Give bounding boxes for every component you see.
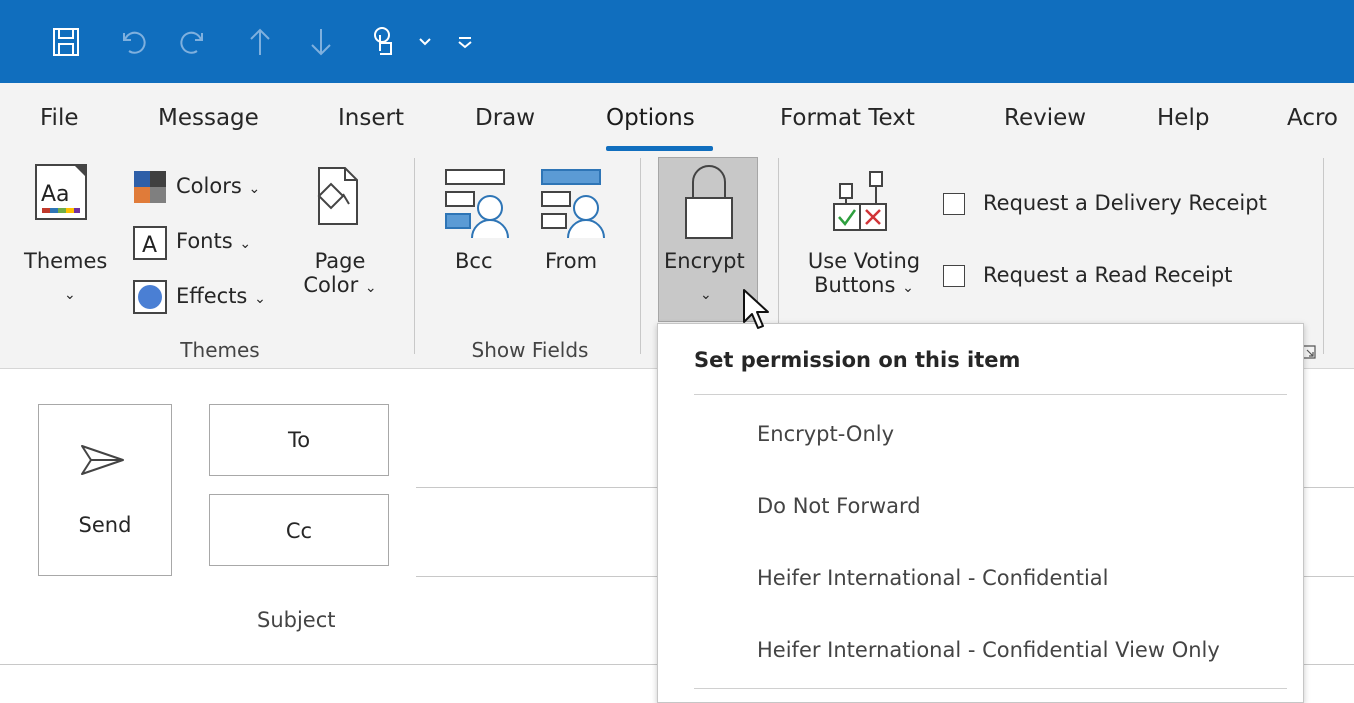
dialog-launcher-icon[interactable] — [1302, 344, 1316, 363]
use-voting-buttons-button[interactable]: Use Voting Buttons ⌄ — [796, 249, 932, 297]
tab-review[interactable]: Review — [1004, 105, 1086, 131]
effects-button[interactable]: Effects ⌄ — [176, 284, 266, 308]
menu-item-do-not-forward[interactable]: Do Not Forward — [658, 476, 1303, 540]
redo-icon[interactable] — [176, 22, 210, 62]
menu-divider — [694, 688, 1287, 689]
themes-chevron-icon: ⌄ — [64, 287, 76, 303]
bcc-button[interactable]: Bcc — [455, 249, 493, 273]
menu-item-confidential-view-only[interactable]: Heifer International - Confidential View… — [658, 620, 1303, 684]
encrypt-dropdown-menu: Set permission on this item Encrypt-Only… — [657, 323, 1304, 703]
menu-item-confidential[interactable]: Heifer International - Confidential — [658, 548, 1303, 612]
group-separator — [1323, 158, 1324, 354]
down-arrow-icon[interactable] — [306, 22, 336, 62]
mouse-pointer-icon — [742, 288, 772, 336]
delivery-receipt-label: Request a Delivery Receipt — [983, 191, 1267, 215]
menu-divider — [694, 394, 1287, 395]
ribbon-tabs: File Message Insert Draw Options Format … — [0, 83, 1354, 151]
subject-label: Subject — [257, 608, 336, 632]
menu-header: Set permission on this item — [694, 348, 1021, 372]
themes-group-label: Themes — [180, 338, 260, 362]
cc-label: Cc — [285, 519, 313, 543]
tab-insert[interactable]: Insert — [338, 105, 404, 131]
bcc-icon — [444, 166, 520, 246]
tab-file[interactable]: File — [40, 105, 79, 131]
svg-text:A: A — [142, 233, 157, 258]
page-color-icon — [311, 166, 361, 232]
tab-help[interactable]: Help — [1157, 105, 1209, 131]
group-separator — [640, 158, 641, 354]
group-separator — [414, 158, 415, 354]
from-button[interactable]: From — [545, 249, 597, 273]
tab-draw[interactable]: Draw — [475, 105, 535, 131]
colors-icon — [133, 170, 167, 208]
themes-icon: Aa — [34, 163, 90, 227]
encrypt-chevron-icon: ⌄ — [700, 287, 712, 303]
fonts-button[interactable]: Fonts ⌄ — [176, 229, 251, 253]
send-label: Send — [78, 513, 132, 537]
send-button[interactable] — [38, 404, 172, 576]
from-icon — [540, 166, 616, 246]
colors-button[interactable]: Colors ⌄ — [176, 174, 260, 198]
read-receipt-checkbox[interactable] — [943, 265, 965, 287]
tab-acrobat[interactable]: Acro — [1287, 105, 1338, 131]
menu-item-encrypt-only[interactable]: Encrypt-Only — [658, 404, 1303, 468]
voting-buttons-icon — [832, 170, 892, 240]
encrypt-label: Encrypt — [664, 249, 745, 273]
up-arrow-icon[interactable] — [245, 22, 275, 62]
effects-icon — [133, 280, 167, 318]
tab-format-text[interactable]: Format Text — [780, 105, 915, 131]
to-label: To — [287, 428, 311, 452]
page-color-button[interactable]: Page Color ⌄ — [300, 249, 380, 297]
lock-icon — [683, 164, 735, 246]
save-icon[interactable] — [50, 22, 82, 62]
themes-button[interactable]: Themes — [24, 249, 107, 273]
touch-mode-dropdown-icon[interactable] — [416, 22, 434, 62]
read-receipt-label: Request a Read Receipt — [983, 263, 1233, 287]
show-fields-group-label: Show Fields — [471, 338, 589, 362]
customize-toolbar-icon[interactable] — [454, 22, 476, 62]
fonts-icon: A — [133, 226, 167, 264]
send-icon — [79, 443, 127, 481]
delivery-receipt-checkbox[interactable] — [943, 193, 965, 215]
tab-message[interactable]: Message — [158, 105, 259, 131]
tab-options[interactable]: Options — [606, 105, 695, 131]
undo-icon[interactable] — [116, 22, 150, 62]
svg-text:Aa: Aa — [41, 182, 70, 207]
touch-mode-icon[interactable] — [366, 22, 402, 62]
